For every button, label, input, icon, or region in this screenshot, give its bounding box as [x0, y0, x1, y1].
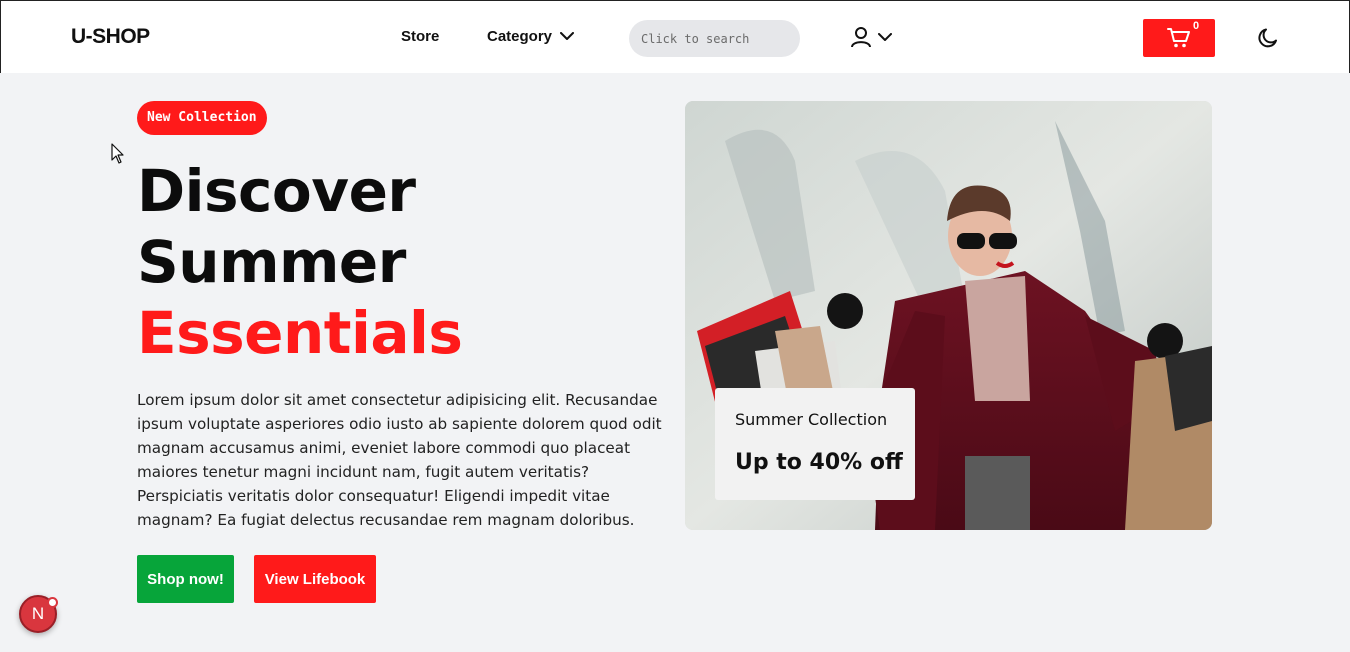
hero-description: Lorem ipsum dolor sit amet consectetur a…: [137, 391, 662, 529]
promo-headline: Up to 40% off: [735, 450, 903, 475]
user-icon: [851, 27, 871, 48]
promo-subtitle: Summer Collection: [735, 410, 888, 429]
new-collection-badge: New Collection: [137, 101, 267, 135]
theme-toggle-button[interactable]: [1256, 26, 1280, 54]
site-header: U-SHOP Store Category 0: [0, 0, 1350, 73]
shop-now-button[interactable]: Shop now!: [137, 555, 234, 603]
cart-count-badge: 0: [1193, 20, 1200, 32]
hero-title: Discover Summer Essentials: [137, 156, 463, 369]
promo-card: Summer Collection Up to 40% off: [715, 388, 915, 500]
view-lifebook-button[interactable]: View Lifebook: [254, 555, 376, 603]
nav-category-label: Category: [487, 28, 553, 45]
user-menu[interactable]: [850, 26, 892, 48]
moon-icon: [1258, 28, 1277, 48]
chevron-down-icon: [878, 32, 892, 41]
nav-category-dropdown[interactable]: Category: [487, 28, 575, 45]
site-logo[interactable]: U-SHOP: [71, 25, 150, 49]
search-input[interactable]: [629, 20, 800, 57]
cart-button[interactable]: 0: [1143, 19, 1215, 57]
nav-store-link[interactable]: Store: [401, 28, 439, 45]
mouse-cursor-icon: [111, 143, 124, 164]
hero-title-line-1: Discover: [137, 157, 416, 225]
notification-dot: [47, 597, 58, 608]
hero-title-line-2: Summer: [137, 228, 406, 296]
cart-icon: [1167, 28, 1190, 48]
chevron-down-icon: [560, 32, 575, 40]
hero-title-accent: Essentials: [137, 299, 463, 367]
